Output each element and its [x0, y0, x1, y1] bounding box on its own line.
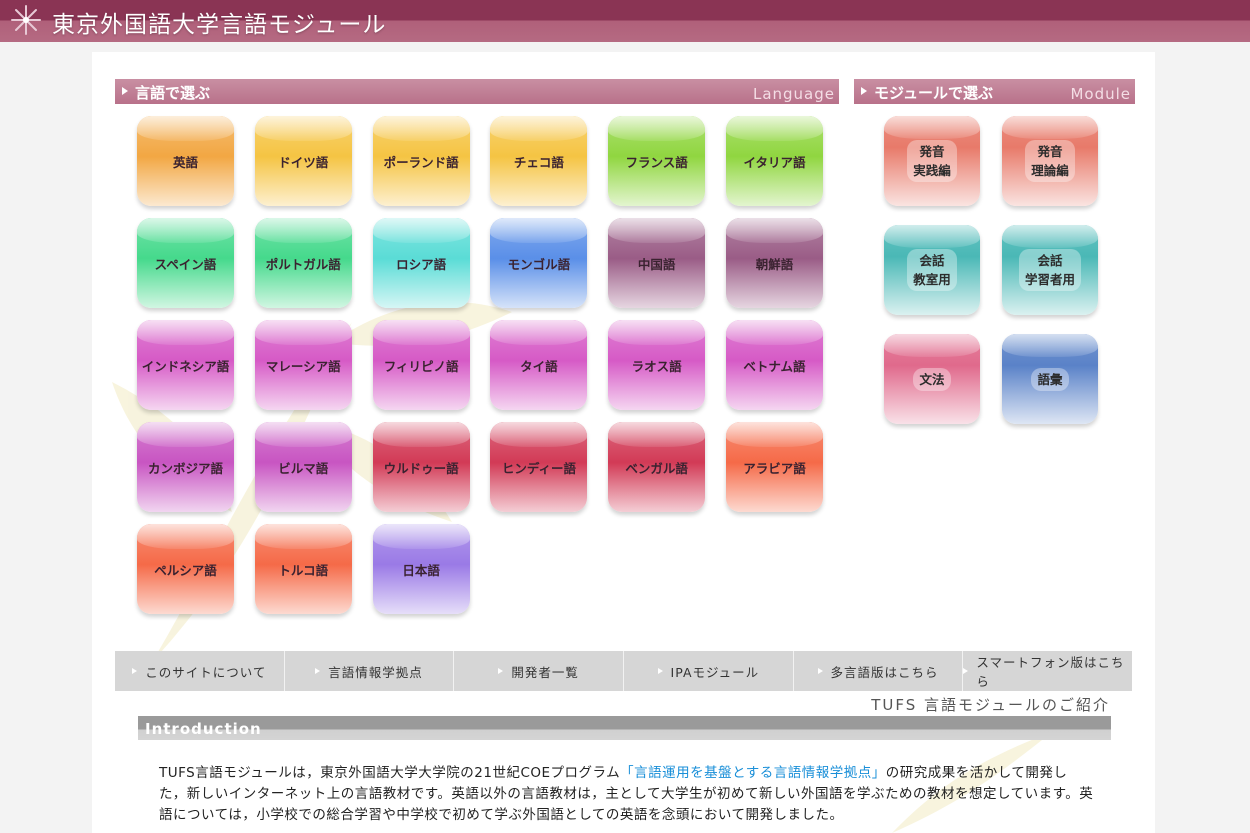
triangle-bullet-icon — [132, 668, 138, 674]
module-section-header: モジュールで選ぶ Module — [854, 79, 1135, 104]
nav-smartphone[interactable]: スマートフォン版はこちら — [963, 651, 1132, 691]
module-tile[interactable]: 会話 教室用 — [884, 225, 980, 315]
language-tile[interactable]: ドイツ語 — [254, 116, 352, 206]
language-tile[interactable]: ヒンディー語 — [490, 422, 588, 512]
language-tile[interactable]: フランス語 — [608, 116, 706, 206]
intro-subtitle: TUFS 言語モジュールのご紹介 — [871, 696, 1110, 714]
language-tile-label: フランス語 — [625, 154, 688, 170]
module-tile[interactable]: 発音 理論編 — [1002, 116, 1098, 206]
language-tile[interactable]: 中国語 — [608, 218, 706, 308]
language-tile-label: スペイン語 — [154, 256, 217, 272]
language-section-title: 言語で選ぶ — [135, 84, 211, 102]
language-tile-label: ロシア語 — [396, 256, 447, 272]
language-tile[interactable]: ポーランド語 — [372, 116, 470, 206]
language-tile-label: フィリピノ語 — [383, 358, 459, 374]
triangle-bullet-icon — [861, 87, 867, 95]
language-tile-label: 中国語 — [637, 256, 676, 272]
language-tile[interactable]: ビルマ語 — [254, 422, 352, 512]
language-tile[interactable]: カンボジア語 — [137, 422, 234, 512]
triangle-bullet-icon — [315, 668, 321, 674]
language-section-title-en: Language — [752, 85, 835, 103]
language-tile-label: イタリア語 — [743, 154, 806, 170]
language-tile[interactable]: スペイン語 — [137, 218, 234, 308]
triangle-bullet-icon — [657, 668, 663, 674]
module-section-title: モジュールで選ぶ — [874, 84, 993, 102]
language-tile[interactable]: 日本語 — [372, 524, 470, 614]
language-tile-label: 英語 — [172, 154, 198, 170]
language-tile[interactable]: マレーシア語 — [254, 320, 352, 410]
language-tile-label: ペルシア語 — [154, 562, 217, 578]
language-tile[interactable]: アラビア語 — [726, 422, 823, 512]
nav-multilingual[interactable]: 多言語版はこちら — [794, 651, 964, 691]
language-section-header: 言語で選ぶ Language — [115, 79, 839, 104]
language-tile[interactable]: 朝鮮語 — [726, 218, 823, 308]
triangle-bullet-icon — [122, 87, 128, 95]
language-tile-label: マレーシア語 — [265, 358, 341, 374]
language-tile[interactable]: タイ語 — [490, 320, 588, 410]
language-tile-label: 日本語 — [402, 562, 440, 578]
module-tile-label: 発音 理論編 — [1025, 140, 1075, 182]
language-tile-label: インドネシア語 — [141, 358, 230, 374]
coe-program-link[interactable]: 「言語運用を基盤とする言語情報学拠点」 — [620, 765, 886, 781]
intro-paragraph: TUFS言語モジュールは，東京外国語大学大学院の21世紀COEプログラム「言語運… — [159, 765, 1094, 823]
module-tile[interactable]: 発音 実践編 — [884, 116, 980, 206]
site-header: 東京外国語大学言語モジュール — [0, 0, 1250, 42]
module-tile[interactable]: 会話 学習者用 — [1002, 225, 1098, 315]
asterisk-flower-icon[interactable] — [10, 4, 42, 36]
language-tile-label: カンボジア語 — [147, 460, 223, 476]
triangle-bullet-icon — [963, 668, 969, 674]
language-tile-label: ポーランド語 — [383, 154, 459, 170]
site-title[interactable]: 東京外国語大学言語モジュール — [52, 5, 386, 39]
module-tile-label: 会話 教室用 — [907, 249, 957, 291]
content-panel: 言語で選ぶ Language モジュールで選ぶ Module 英語 ドイツ語 ポーラ… — [92, 52, 1155, 833]
module-tile[interactable]: 語彙 — [1002, 334, 1098, 424]
intro-heading: Introduction — [145, 720, 262, 738]
nav-developers[interactable]: 開発者一覧 — [454, 651, 625, 691]
language-tile-label: ビルマ語 — [278, 460, 329, 476]
language-tile-label: モンゴル語 — [507, 256, 571, 272]
language-tile-label: チェコ語 — [513, 154, 564, 170]
language-tile-label: トルコ語 — [278, 562, 329, 578]
language-tile[interactable]: モンゴル語 — [490, 218, 588, 308]
language-tile[interactable]: フィリピノ語 — [372, 320, 470, 410]
language-tile-label: ベンガル語 — [625, 460, 688, 476]
nav-about[interactable]: このサイトについて — [115, 651, 285, 691]
module-tile-label: 発音 実践編 — [907, 140, 957, 182]
language-tile-label: ラオス語 — [631, 358, 682, 374]
language-tile-label: アラビア語 — [743, 460, 806, 476]
module-tile[interactable]: 文法 — [884, 334, 980, 424]
triangle-bullet-icon — [498, 668, 504, 674]
nav-ipa-module[interactable]: IPAモジュール — [624, 651, 794, 691]
module-tile-label: 会話 学習者用 — [1018, 249, 1081, 291]
intro-heading-bar: Introduction — [138, 716, 1111, 740]
language-tile[interactable]: ロシア語 — [372, 218, 470, 308]
language-tile-label: タイ語 — [520, 358, 558, 374]
module-section-title-en: Module — [1070, 85, 1131, 103]
module-tile-label: 文法 — [913, 367, 951, 391]
language-tile[interactable]: インドネシア語 — [137, 320, 234, 410]
language-tile[interactable]: ペルシア語 — [137, 524, 234, 614]
language-tile[interactable]: トルコ語 — [254, 524, 352, 614]
language-tile[interactable]: ウルドゥー語 — [372, 422, 470, 512]
language-tile[interactable]: 英語 — [137, 116, 234, 206]
language-tile[interactable]: イタリア語 — [726, 116, 823, 206]
language-tile[interactable]: ポルトガル語 — [254, 218, 352, 308]
module-tile-label: 語彙 — [1031, 367, 1069, 391]
language-tile[interactable]: ラオス語 — [608, 320, 706, 410]
footer-nav: このサイトについて 言語情報学拠点 開発者一覧 IPAモジュール 多言語版はこち… — [115, 651, 1132, 691]
nav-language-informatics[interactable]: 言語情報学拠点 — [285, 651, 455, 691]
language-tile-label: ドイツ語 — [278, 154, 329, 170]
language-tile-label: ウルドゥー語 — [383, 460, 459, 476]
triangle-bullet-icon — [817, 668, 823, 674]
language-tile[interactable]: チェコ語 — [490, 116, 588, 206]
language-tile[interactable]: ベトナム語 — [726, 320, 823, 410]
language-tile-label: 朝鮮語 — [755, 256, 794, 272]
language-tile-label: ベトナム語 — [743, 358, 806, 374]
language-tile[interactable]: ベンガル語 — [608, 422, 706, 512]
language-tile-label: ポルトガル語 — [265, 256, 341, 272]
language-tile-label: ヒンディー語 — [501, 460, 576, 476]
